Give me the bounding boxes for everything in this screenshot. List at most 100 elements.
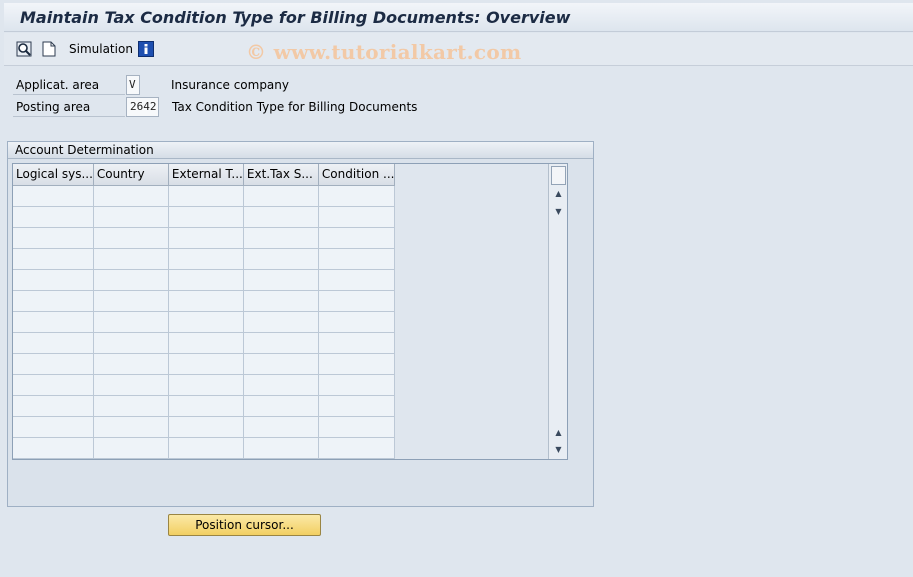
table-row[interactable] [13, 206, 396, 228]
new-document-icon[interactable] [40, 40, 58, 58]
scroll-page-up-icon[interactable]: ▲ [552, 425, 565, 439]
table-row[interactable] [13, 374, 396, 396]
table-cell[interactable] [13, 185, 94, 207]
scrollbar-thumb[interactable] [551, 166, 566, 185]
column-header-condition[interactable]: Condition ... [318, 164, 396, 186]
table-cell[interactable] [13, 269, 94, 291]
table-cell[interactable] [243, 227, 319, 249]
table-cell[interactable] [318, 374, 396, 396]
table-cell[interactable] [243, 353, 319, 375]
table-cell[interactable] [93, 206, 169, 228]
table-cell[interactable] [13, 437, 94, 459]
table-cell[interactable] [93, 395, 169, 417]
table-cell[interactable] [168, 206, 244, 228]
table-cell[interactable] [168, 185, 244, 207]
table-cell[interactable] [168, 269, 244, 291]
table-row[interactable] [13, 185, 396, 207]
table-cell[interactable] [13, 311, 94, 333]
table-cell[interactable] [168, 437, 244, 459]
table-cell[interactable] [318, 353, 396, 375]
table-cell[interactable] [13, 227, 94, 249]
page-title: Maintain Tax Condition Type for Billing … [20, 8, 571, 27]
table-cell[interactable] [318, 227, 396, 249]
table-cell[interactable] [243, 437, 319, 459]
table-row[interactable] [13, 416, 396, 438]
find-icon[interactable] [15, 40, 33, 58]
table-cell[interactable] [168, 311, 244, 333]
column-header-logical-system[interactable]: Logical sys... [13, 164, 94, 186]
vertical-scrollbar[interactable]: ▲ ▼ ▲ ▼ [548, 164, 567, 459]
table-cell[interactable] [93, 437, 169, 459]
table-cell[interactable] [93, 248, 169, 270]
table-cell[interactable] [243, 206, 319, 228]
table-cell[interactable] [93, 290, 169, 312]
table-cell[interactable] [318, 311, 396, 333]
account-determination-group: Account Determination Logical sys... Cou… [7, 141, 594, 507]
table-cell[interactable] [318, 248, 396, 270]
scroll-up-icon[interactable]: ▲ [552, 186, 565, 200]
simulation-button[interactable]: Simulation [69, 42, 133, 56]
table-cell[interactable] [243, 332, 319, 354]
table-cell[interactable] [168, 248, 244, 270]
table-cell[interactable] [318, 290, 396, 312]
table-cell[interactable] [318, 416, 396, 438]
table-cell[interactable] [243, 248, 319, 270]
table-cell[interactable] [243, 374, 319, 396]
info-icon[interactable] [137, 40, 155, 58]
table-row[interactable] [13, 290, 396, 312]
table-cell[interactable] [93, 353, 169, 375]
table-cell[interactable] [318, 332, 396, 354]
posting-area-input[interactable]: 2642 [126, 97, 159, 117]
table-cell[interactable] [243, 395, 319, 417]
table-row[interactable] [13, 332, 396, 354]
table-cell[interactable] [318, 185, 396, 207]
table-cell[interactable] [168, 416, 244, 438]
table-cell[interactable] [13, 248, 94, 270]
table-cell[interactable] [13, 206, 94, 228]
table-cell[interactable] [168, 227, 244, 249]
table-cell[interactable] [318, 437, 396, 459]
table-cell[interactable] [243, 311, 319, 333]
table-row[interactable] [13, 227, 396, 249]
table-cell[interactable] [93, 416, 169, 438]
table-cell[interactable] [93, 227, 169, 249]
table-row[interactable] [13, 437, 396, 459]
table-cell[interactable] [13, 332, 94, 354]
column-header-country[interactable]: Country [93, 164, 169, 186]
table-cell[interactable] [93, 185, 169, 207]
table-cell[interactable] [13, 416, 94, 438]
position-cursor-button[interactable]: Position cursor... [168, 514, 321, 536]
table-cell[interactable] [13, 353, 94, 375]
table-cell[interactable] [243, 290, 319, 312]
column-header-ext-tax-s[interactable]: Ext.Tax S... [243, 164, 319, 186]
table-row[interactable] [13, 248, 396, 270]
applicat-area-label: Applicat. area [13, 75, 125, 95]
table-cell[interactable] [318, 269, 396, 291]
table-row[interactable] [13, 311, 396, 333]
table-row[interactable] [13, 269, 396, 291]
table-cell[interactable] [168, 332, 244, 354]
table-cell[interactable] [13, 374, 94, 396]
table-row[interactable] [13, 353, 396, 375]
scroll-page-down-icon[interactable]: ▼ [552, 442, 565, 456]
table-cell[interactable] [93, 374, 169, 396]
table-row[interactable] [13, 395, 396, 417]
table-cell[interactable] [318, 206, 396, 228]
table-cell[interactable] [13, 395, 94, 417]
table-cell[interactable] [243, 416, 319, 438]
posting-area-label: Posting area [13, 97, 125, 117]
scroll-down-icon[interactable]: ▼ [552, 204, 565, 218]
table-cell[interactable] [13, 290, 94, 312]
table-cell[interactable] [93, 311, 169, 333]
table-cell[interactable] [168, 290, 244, 312]
table-cell[interactable] [168, 353, 244, 375]
table-cell[interactable] [93, 332, 169, 354]
table-cell[interactable] [93, 269, 169, 291]
table-cell[interactable] [168, 395, 244, 417]
table-cell[interactable] [243, 269, 319, 291]
table-cell[interactable] [318, 395, 396, 417]
column-header-external-tax[interactable]: External T... [168, 164, 244, 186]
table-cell[interactable] [168, 374, 244, 396]
table-cell[interactable] [243, 185, 319, 207]
applicat-area-input[interactable]: V [126, 75, 140, 95]
